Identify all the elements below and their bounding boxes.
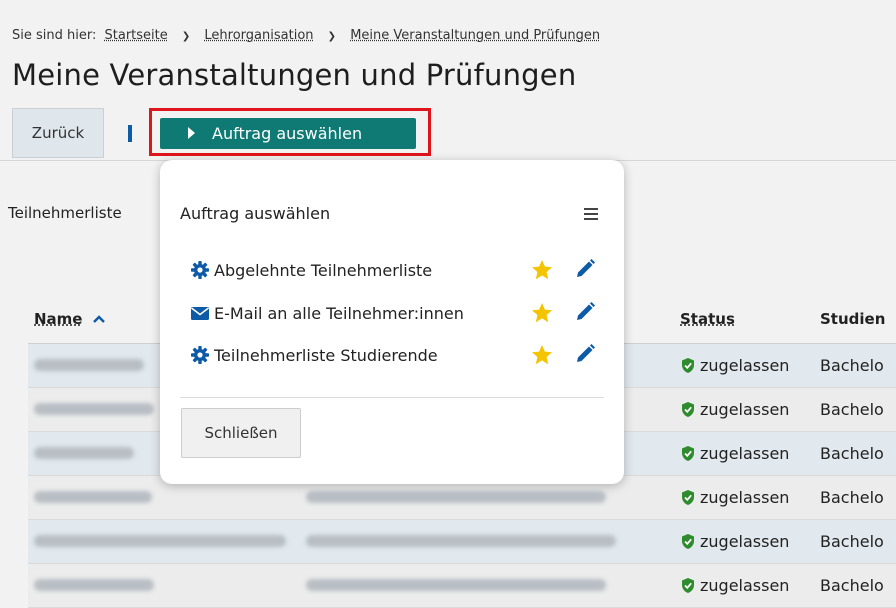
- back-button[interactable]: Zurück: [12, 108, 104, 158]
- breadcrumb-item-lehrorganisation[interactable]: Lehrorganisation: [204, 28, 313, 43]
- gear-icon: [191, 346, 209, 364]
- redacted-name: [34, 447, 134, 459]
- toolbar-separator: [128, 125, 132, 142]
- column-header-study-label: Studien: [820, 310, 886, 328]
- study-cell: Bachelo: [820, 519, 896, 564]
- redacted-name: [34, 579, 154, 591]
- shield-check-icon: [682, 490, 694, 505]
- table-row: zugelassen Bachelo: [28, 519, 896, 564]
- column-header-status-label[interactable]: Status: [680, 310, 735, 328]
- pencil-icon[interactable]: [574, 258, 596, 280]
- status-cell: zugelassen: [680, 488, 820, 507]
- popover-item-student-list[interactable]: Teilnehmerliste Studierende: [190, 342, 438, 368]
- status-cell: zugelassen: [680, 532, 820, 551]
- caret-right-icon: [188, 127, 195, 139]
- popover-item-label: E-Mail an alle Teilnehmer:innen: [214, 303, 464, 323]
- redacted-name: [34, 403, 154, 415]
- redacted-name: [34, 491, 152, 503]
- status-cell: zugelassen: [680, 356, 820, 375]
- close-button[interactable]: Schließen: [181, 408, 301, 458]
- chevron-right-icon: ❯: [181, 31, 191, 42]
- popover-item-email-all[interactable]: E-Mail an alle Teilnehmer:innen: [190, 300, 464, 326]
- redacted-email: [306, 535, 616, 547]
- section-label: Teilnehmerliste: [8, 204, 122, 222]
- status-cell: zugelassen: [680, 400, 820, 419]
- gear-icon: [191, 261, 209, 279]
- shield-check-icon: [682, 446, 694, 461]
- redacted-name: [34, 359, 144, 371]
- shield-check-icon: [682, 358, 694, 373]
- pencil-icon[interactable]: [574, 343, 596, 365]
- star-icon[interactable]: [530, 344, 554, 366]
- status-text: zugelassen: [700, 356, 790, 375]
- breadcrumb-prefix: Sie sind hier:: [12, 28, 97, 43]
- status-cell: zugelassen: [680, 576, 820, 595]
- shield-check-icon: [682, 402, 694, 417]
- status-text: zugelassen: [700, 444, 790, 463]
- breadcrumb-item-startseite[interactable]: Startseite: [105, 28, 168, 43]
- redacted-name: [34, 535, 286, 547]
- study-cell: Bachelo: [820, 343, 896, 388]
- study-cell: Bachelo: [820, 387, 896, 432]
- shield-check-icon: [682, 534, 694, 549]
- table-row: zugelassen Bachelo: [28, 563, 896, 608]
- study-cell: Bachelo: [820, 563, 896, 608]
- sort-ascending-icon[interactable]: [92, 314, 106, 324]
- chevron-right-icon: ❯: [327, 31, 337, 42]
- envelope-icon: [191, 307, 209, 320]
- shield-check-icon: [682, 578, 694, 593]
- popover-title: Auftrag auswählen: [180, 204, 331, 223]
- study-cell: Bachelo: [820, 431, 896, 476]
- column-header-study[interactable]: Studien: [820, 295, 896, 344]
- column-header-status[interactable]: Status: [680, 295, 820, 344]
- star-icon[interactable]: [530, 259, 554, 281]
- status-text: zugelassen: [700, 576, 790, 595]
- star-icon[interactable]: [530, 302, 554, 324]
- breadcrumb-item-current[interactable]: Meine Veranstaltungen und Prüfungen: [350, 28, 600, 43]
- redacted-email: [306, 491, 606, 503]
- redacted-email: [306, 579, 606, 591]
- popover-item-label: Abgelehnte Teilnehmerliste: [214, 260, 433, 280]
- select-job-button-label: Auftrag auswählen: [212, 124, 363, 143]
- status-text: zugelassen: [700, 400, 790, 419]
- status-cell: zugelassen: [680, 444, 820, 463]
- pencil-icon[interactable]: [574, 301, 596, 323]
- breadcrumb: Sie sind hier: Startseite ❯ Lehrorganisa…: [12, 28, 600, 43]
- status-text: zugelassen: [700, 532, 790, 551]
- popover-divider: [180, 397, 604, 398]
- study-cell: Bachelo: [820, 475, 896, 520]
- hamburger-menu-icon[interactable]: [584, 208, 598, 223]
- status-text: zugelassen: [700, 488, 790, 507]
- select-job-popover: Auftrag auswählen Abgelehnte Teilnehmerl…: [160, 160, 624, 484]
- popover-item-label: Teilnehmerliste Studierende: [214, 345, 438, 365]
- select-job-button[interactable]: Auftrag auswählen: [160, 118, 416, 149]
- column-header-name-label[interactable]: Name: [34, 310, 82, 328]
- popover-item-rejected-list[interactable]: Abgelehnte Teilnehmerliste: [190, 257, 432, 283]
- page-title: Meine Veranstaltungen und Prüfungen: [12, 58, 577, 92]
